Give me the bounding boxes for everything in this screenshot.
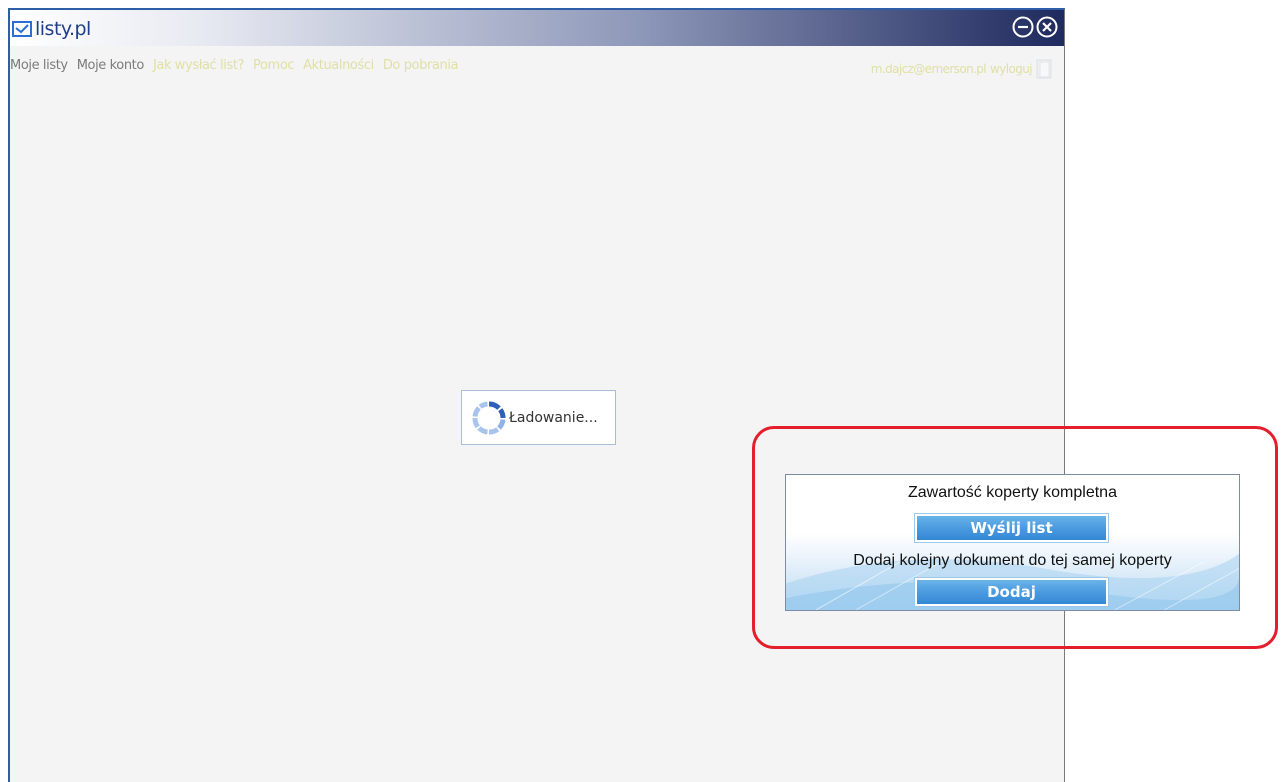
loading-text: Ładowanie... [509,409,598,426]
app-window: listy.pl Moje listy Moje konto Jak wysła… [8,8,1065,782]
logout-door-icon[interactable] [1034,58,1054,80]
add-document-label: Dodaj kolejny dokument do tej samej kope… [853,552,1172,569]
nav-item-moje-listy[interactable]: Moje listy [10,58,68,73]
add-document-button[interactable]: Dodaj [915,578,1108,606]
nav-item-pomoc[interactable]: Pomoc [253,58,295,73]
envelope-complete-panel: Zawartość koperty kompletna Wyślij list … [785,474,1240,611]
nav-menu: Moje listy Moje konto Jak wysłać list? P… [10,58,459,73]
main-nav: Moje listy Moje konto Jak wysłać list? P… [10,58,1064,82]
loading-indicator: Ładowanie... [461,390,616,445]
envelope-check-icon [12,21,32,37]
nav-item-moje-konto[interactable]: Moje konto [77,58,145,73]
user-email: m.dajcz@emerson.pl [870,62,987,76]
close-icon[interactable] [1036,16,1058,38]
envelope-complete-label: Zawartość koperty kompletna [908,484,1117,501]
send-letter-button[interactable]: Wyślij list [915,514,1108,542]
nav-item-jak-wyslac[interactable]: Jak wysłać list? [153,58,244,73]
user-area: m.dajcz@emerson.pl wyloguj [871,58,1054,80]
app-logo: listy.pl [12,16,91,42]
nav-item-do-pobrania[interactable]: Do pobrania [383,58,459,73]
title-bar: listy.pl [10,10,1064,46]
nav-item-aktualnosci[interactable]: Aktualności [303,58,374,73]
window-controls [1012,16,1058,38]
logo-text: listy.pl [35,18,91,40]
spinner-icon [472,400,506,434]
logout-link[interactable]: wyloguj [990,62,1033,76]
minimize-icon[interactable] [1012,16,1034,38]
